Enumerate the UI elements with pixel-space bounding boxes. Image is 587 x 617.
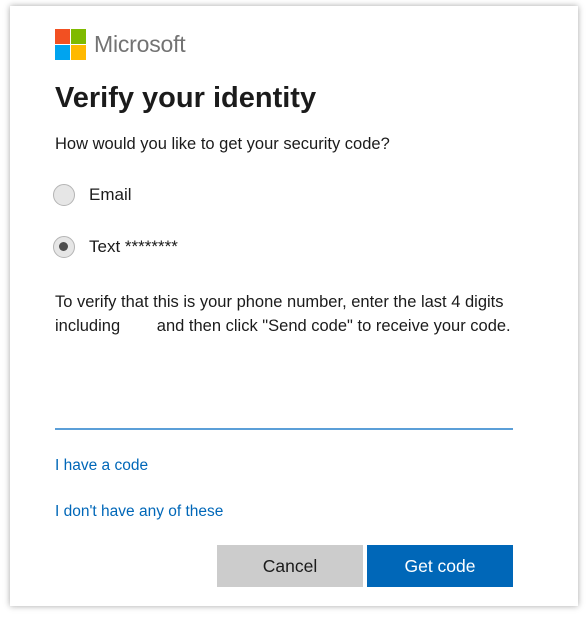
cancel-button[interactable]: Cancel	[217, 545, 363, 587]
option-email[interactable]: Email	[53, 184, 132, 206]
microsoft-logo-icon	[55, 29, 86, 60]
last-four-digits-input[interactable]	[55, 398, 513, 430]
have-code-link[interactable]: I have a code	[55, 457, 148, 475]
get-code-button[interactable]: Get code	[367, 545, 513, 587]
text-option-label: Text ********	[89, 237, 178, 256]
page-subtitle: How would you like to get your security …	[55, 135, 390, 153]
verify-identity-dialog: Microsoft Verify your identity How would…	[10, 6, 578, 606]
text-radio[interactable]	[53, 236, 75, 258]
microsoft-logo: Microsoft	[55, 29, 186, 60]
email-radio[interactable]	[53, 184, 75, 206]
page-title: Verify your identity	[55, 82, 317, 114]
dont-have-these-link[interactable]: I don't have any of these	[55, 503, 223, 521]
email-option-label: Email	[89, 185, 132, 204]
brand-name: Microsoft	[94, 31, 186, 57]
option-text[interactable]: Text ********	[53, 236, 178, 258]
instructions-text: To verify that this is your phone number…	[55, 293, 511, 335]
